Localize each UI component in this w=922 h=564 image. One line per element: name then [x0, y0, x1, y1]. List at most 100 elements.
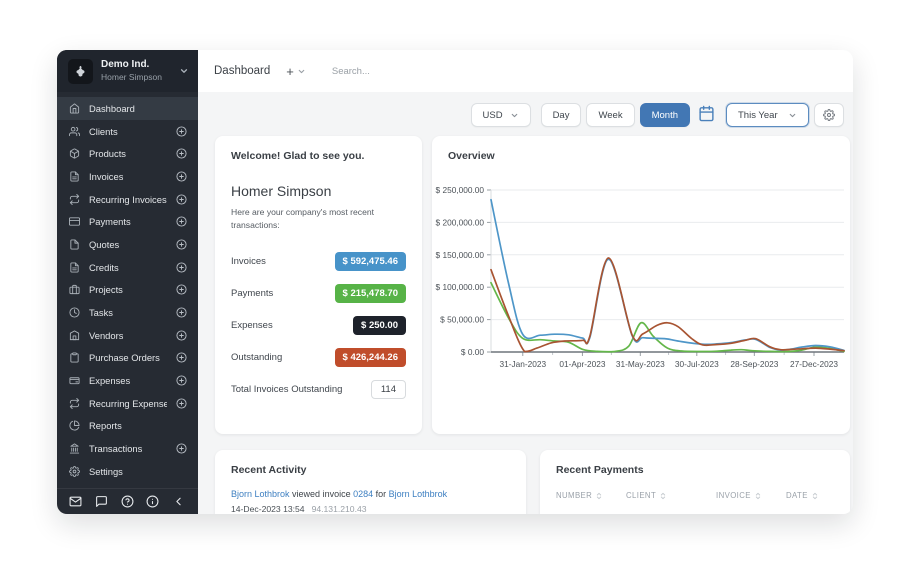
sidebar-item-quotes[interactable]: Quotes: [57, 233, 198, 256]
plus-circle-icon[interactable]: [176, 352, 187, 363]
summary-value-badge: $ 592,475.46: [335, 252, 406, 271]
activity-plain-text: for: [373, 489, 389, 499]
info-icon[interactable]: [146, 495, 160, 509]
mail-icon[interactable]: [69, 495, 83, 509]
activity-link[interactable]: Bjorn Lothbrok: [231, 489, 290, 499]
plus-circle-icon[interactable]: [176, 126, 187, 137]
activity-meta: 14-Dec-2023 13:5494.131.210.43: [231, 503, 510, 515]
plus-circle-icon[interactable]: [176, 330, 187, 341]
landmark-icon: [69, 443, 80, 454]
summary-label: Expenses: [231, 320, 273, 331]
search-input[interactable]: [330, 65, 464, 78]
topbar: Dashboard +: [198, 50, 853, 93]
range-buttons: DayWeekMonth: [541, 103, 690, 127]
filter-bar: USD DayWeekMonth This Year: [471, 103, 845, 127]
sidebar-item-dashboard[interactable]: Dashboard: [57, 97, 198, 120]
sidebar-item-recurring-invoices[interactable]: Recurring Invoices: [57, 188, 198, 211]
tab-dashboard[interactable]: Dashboard: [214, 65, 270, 77]
company-switcher[interactable]: Demo Ind. Homer Simpson: [57, 50, 198, 92]
credit-card-icon: [69, 216, 80, 227]
svg-text:28-Sep-2023: 28-Sep-2023: [730, 359, 778, 369]
welcome-card: Welcome! Glad to see you. Homer Simpson …: [215, 136, 422, 434]
plus-circle-icon[interactable]: [176, 262, 187, 273]
file-text-icon: [69, 171, 80, 182]
currency-select[interactable]: USD: [471, 103, 531, 127]
dashboard-settings-button[interactable]: [814, 103, 844, 127]
summary-row-total-invoices-outstanding: Total Invoices Outstanding114: [231, 374, 406, 406]
plus-circle-icon[interactable]: [176, 307, 187, 318]
sidebar-item-products[interactable]: Products: [57, 142, 198, 165]
sidebar-item-tasks[interactable]: Tasks: [57, 301, 198, 324]
activity-list: Bjorn Lothbrok viewed invoice 0284 for B…: [231, 488, 510, 514]
sidebar-item-label: Recurring Invoices: [89, 194, 167, 205]
sort-icon: [595, 492, 603, 500]
sidebar-item-transactions[interactable]: Transactions: [57, 437, 198, 460]
help-icon[interactable]: [121, 495, 135, 509]
range-button-week[interactable]: Week: [586, 103, 634, 127]
column-header-date[interactable]: DATE: [786, 491, 819, 500]
gear-icon: [823, 109, 835, 121]
sidebar-item-label: Reports: [89, 420, 122, 431]
recent-activity-title: Recent Activity: [231, 464, 510, 476]
summary-value-badge: $ 215,478.70: [335, 284, 406, 303]
sidebar-item-payments[interactable]: Payments: [57, 210, 198, 233]
plus-circle-icon[interactable]: [176, 398, 187, 409]
summary-value-badge: $ 426,244.26: [335, 348, 406, 367]
svg-text:$ 50,000.00: $ 50,000.00: [440, 315, 484, 325]
summary-row-payments: Payments $ 215,478.70: [231, 278, 406, 310]
home-icon: [69, 103, 80, 114]
settings-icon: [69, 466, 80, 477]
plus-circle-icon[interactable]: [176, 216, 187, 227]
svg-text:01-Apr-2023: 01-Apr-2023: [559, 359, 606, 369]
period-value: This Year: [738, 110, 778, 121]
sidebar-item-purchase-orders[interactable]: Purchase Orders: [57, 347, 198, 370]
sidebar-item-reports[interactable]: Reports: [57, 415, 198, 438]
svg-text:$ 0.00: $ 0.00: [461, 347, 484, 357]
recent-payments-title: Recent Payments: [556, 464, 834, 476]
overview-card: Overview $ 0.00$ 50,000.00$ 100,000.00$ …: [432, 136, 850, 434]
svg-text:$ 200,000.00: $ 200,000.00: [436, 217, 485, 227]
add-tab-caret-icon[interactable]: [297, 67, 306, 76]
company-name: Demo Ind.: [101, 59, 162, 72]
clock-icon: [69, 307, 80, 318]
column-header-client[interactable]: CLIENT: [626, 491, 667, 500]
box-icon: [69, 148, 80, 159]
welcome-title: Welcome! Glad to see you.: [231, 150, 406, 162]
plus-circle-icon[interactable]: [176, 194, 187, 205]
chat-icon[interactable]: [95, 495, 109, 509]
chevron-down-icon: [179, 66, 189, 76]
plus-circle-icon[interactable]: [176, 171, 187, 182]
sidebar-item-projects[interactable]: Projects: [57, 279, 198, 302]
calendar-icon[interactable]: [698, 105, 718, 125]
file-icon: [69, 239, 80, 250]
collapse-sidebar-icon[interactable]: [172, 495, 186, 509]
summary-row-invoices: Invoices $ 592,475.46: [231, 246, 406, 278]
sidebar-item-credits[interactable]: Credits: [57, 256, 198, 279]
column-header-invoice[interactable]: INVOICE: [716, 491, 762, 500]
sort-icon: [659, 492, 667, 500]
plus-circle-icon[interactable]: [176, 443, 187, 454]
company-user: Homer Simpson: [101, 72, 162, 83]
plus-circle-icon[interactable]: [176, 375, 187, 386]
column-header-number[interactable]: NUMBER: [556, 491, 603, 500]
sidebar-item-recurring-expenses[interactable]: Recurring Expenses: [57, 392, 198, 415]
wallet-icon: [69, 375, 80, 386]
range-button-month[interactable]: Month: [640, 103, 690, 127]
sidebar-item-expenses[interactable]: Expenses: [57, 369, 198, 392]
period-select[interactable]: This Year: [726, 103, 809, 127]
activity-link[interactable]: Bjorn Lothbrok: [389, 489, 448, 499]
plus-circle-icon[interactable]: [176, 284, 187, 295]
sidebar-item-settings[interactable]: Settings: [57, 460, 198, 483]
sidebar-item-vendors[interactable]: Vendors: [57, 324, 198, 347]
add-tab-button[interactable]: +: [286, 64, 294, 79]
plus-circle-icon[interactable]: [176, 148, 187, 159]
info-icon: [146, 495, 159, 508]
summary-label: Invoices: [231, 256, 266, 267]
activity-link[interactable]: 0284: [353, 489, 373, 499]
activity-plain-text: viewed invoice: [290, 489, 354, 499]
sidebar-item-clients[interactable]: Clients: [57, 120, 198, 143]
range-button-day[interactable]: Day: [541, 103, 582, 127]
sidebar-item-invoices[interactable]: Invoices: [57, 165, 198, 188]
summary-label: Payments: [231, 288, 273, 299]
plus-circle-icon[interactable]: [176, 239, 187, 250]
